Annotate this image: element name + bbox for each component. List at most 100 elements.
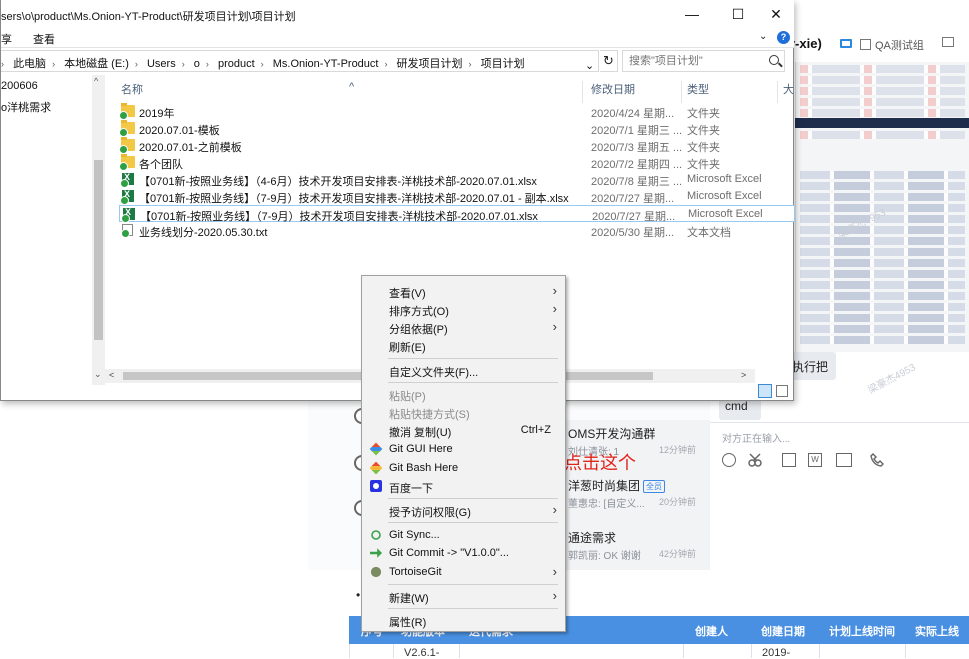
search-icon[interactable] (769, 55, 779, 65)
file-row[interactable]: 业务线划分-2020.05.30.txt 2020/5/30 星期... 文本文… (119, 222, 795, 239)
breadcrumb-item[interactable]: Users (147, 58, 176, 70)
menu-item-paste: 粘贴(P) (362, 385, 565, 403)
scrollbar-thumb[interactable] (94, 160, 103, 340)
column-header-row: ^ 名称 修改日期 类型 大 (105, 77, 795, 103)
column-header-type[interactable]: 类型 (687, 81, 709, 97)
file-row[interactable]: 各个团队 2020/7/2 星期四 ... 文件夹 (119, 154, 795, 171)
menu-item-label: Git Commit -> "V1.0.0"... (389, 547, 509, 559)
git-commit-icon (370, 548, 382, 558)
menu-item-label: 查看(V) (389, 288, 426, 300)
title-bar[interactable]: sers\o\product\Ms.Onion-YT-Product\研发项目计… (1, 0, 794, 28)
tab-view[interactable]: 查看 (33, 31, 55, 47)
menu-item-git-bash[interactable]: Git Bash Here (362, 459, 565, 477)
conversation-preview: 郭凯丽: OK 谢谢 (568, 551, 641, 562)
table-header-cell: 创建日期 (761, 626, 805, 638)
scroll-right-icon[interactable]: > (741, 370, 746, 380)
emoji-icon[interactable] (722, 453, 736, 467)
folder-icon[interactable] (836, 453, 852, 467)
details-view-icon[interactable] (758, 384, 772, 398)
nav-item[interactable]: 200606 (1, 80, 38, 92)
menu-item-customize[interactable]: 自定义文件夹(F)... (362, 361, 565, 379)
conversation-time: 20分钟前 (658, 497, 696, 507)
search-box[interactable] (622, 50, 785, 72)
menu-item-undo-copy[interactable]: 撤消 复制(U) Ctrl+Z (362, 421, 565, 439)
folder-icon (119, 120, 135, 137)
image-icon[interactable] (782, 453, 796, 467)
menu-item-grant-access[interactable]: 授予访问权限(G) › (362, 501, 565, 519)
monitor-icon[interactable] (840, 39, 852, 48)
chat-input-area[interactable] (710, 475, 969, 615)
menu-item-baidu[interactable]: 百度一下 (362, 477, 565, 495)
menu-separator (388, 358, 558, 359)
breadcrumb-item[interactable]: product (218, 58, 255, 70)
file-row[interactable]: 2020.07.01-模板 2020/7/1 星期三 ... 文件夹 (119, 120, 795, 137)
file-date: 2020/7/3 星期五 ... (591, 142, 683, 154)
address-dropdown-icon[interactable]: ⌄ (585, 59, 594, 71)
menu-item-properties[interactable]: 属性(R) (362, 611, 565, 629)
conversation-title: 通途需求 (568, 531, 617, 545)
breadcrumb[interactable]: › 此电脑 › 本地磁盘 (E:) › Users › o › product › Ms.… (1, 50, 599, 72)
menu-item-git-commit[interactable]: Git Commit -> "V1.0.0"... (362, 544, 565, 562)
file-name: 【0701新-按照业务线】（7-9月）技术开发项目安排表-洋桃技术部-2020.… (139, 193, 569, 205)
column-header-size[interactable]: 大 (783, 81, 794, 97)
submenu-arrow-icon: › (552, 564, 557, 579)
help-icon[interactable]: ? (777, 31, 790, 44)
menu-item-new[interactable]: 新建(W) › (362, 587, 565, 605)
all-members-badge: 全员 (643, 480, 666, 493)
chat-group-label[interactable]: QA测试组 (860, 37, 924, 53)
menu-item-git-gui[interactable]: Git GUI Here (362, 440, 565, 458)
menu-item-git-sync[interactable]: Git Sync... (362, 526, 565, 544)
file-type: 文件夹 (687, 125, 720, 137)
ribbon-expand-icon[interactable]: ⌄ (759, 31, 767, 42)
file-name: 业务线划分-2020.05.30.txt (139, 227, 268, 239)
menu-item-refresh[interactable]: 刷新(E) (362, 336, 565, 354)
menu-item-tortoisegit[interactable]: TortoiseGit › (362, 563, 565, 581)
conversation-item[interactable]: 洋葱时尚集团 全员 董惠忠: [自定义... 20分钟前 (565, 472, 710, 518)
minimize-button[interactable]: — (669, 0, 715, 28)
nav-item[interactable]: o洋桃需求 (1, 99, 51, 115)
conversation-title: OMS开发沟通群 (568, 427, 656, 441)
scroll-left-icon[interactable]: < (109, 370, 114, 380)
sort-arrow-icon: ^ (349, 81, 355, 93)
file-row[interactable]: 2019年 2020/4/24 星期... 文件夹 (119, 103, 795, 120)
word-doc-icon[interactable]: W (808, 453, 822, 467)
file-row[interactable]: 2020.07.01-之前模板 2020/7/3 星期五 ... 文件夹 (119, 137, 795, 154)
excel-file-icon (121, 207, 135, 223)
scroll-down-icon[interactable]: ⌄ (94, 369, 102, 380)
breadcrumb-item[interactable]: 此电脑 (13, 55, 46, 71)
breadcrumb-item[interactable]: 研发项目计划 (397, 55, 463, 71)
search-input[interactable] (629, 55, 764, 67)
nav-scrollbar[interactable]: ^ ⌄ (92, 75, 105, 385)
menu-item-label: 百度一下 (389, 483, 433, 495)
column-header-date[interactable]: 修改日期 (591, 81, 635, 97)
column-header-name[interactable]: 名称 (121, 81, 143, 97)
file-type: 文本文档 (687, 227, 731, 239)
more-icon[interactable] (942, 37, 957, 50)
file-row[interactable]: 【0701新-按照业务线】（4-6月）技术开发项目安排表-洋桃技术部-2020.… (119, 171, 795, 188)
git-bash-icon (369, 461, 383, 475)
breadcrumb-item[interactable]: Ms.Onion-YT-Product (273, 58, 379, 70)
breadcrumb-item[interactable]: 项目计划 (481, 55, 525, 71)
phone-icon[interactable] (870, 453, 884, 467)
menu-item-view[interactable]: 查看(V) › (362, 282, 565, 300)
large-icons-view-icon[interactable] (776, 385, 788, 397)
tortoisegit-icon (370, 566, 382, 578)
conversation-title: 洋葱时尚集团 全员 (568, 477, 666, 494)
menu-item-label: 粘贴快捷方式(S) (389, 409, 470, 421)
scissors-icon[interactable] (748, 453, 762, 467)
menu-item-sort[interactable]: 排序方式(O) › (362, 300, 565, 318)
breadcrumb-item[interactable]: 本地磁盘 (E:) (64, 55, 129, 71)
conversation-item[interactable]: 通途需求 郭凯丽: OK 谢谢 42分钟前 (565, 524, 710, 570)
menu-item-group[interactable]: 分组依据(P) › (362, 318, 565, 336)
menu-item-label: TortoiseGit (389, 566, 442, 578)
file-row[interactable]: 【0701新-按照业务线】（7-9月）技术开发项目安排表-洋桃技术部-2020.… (119, 188, 795, 205)
refresh-icon[interactable]: ↻ (600, 50, 618, 72)
close-button[interactable]: ✕ (753, 0, 799, 28)
tab-share[interactable]: 享 (1, 31, 12, 47)
file-row-selected[interactable]: 【0701新-按照业务线】（7-9月）技术开发项目安排表-洋桃技术部-2020.… (119, 205, 795, 223)
scroll-up-icon[interactable]: ^ (94, 76, 98, 86)
divider (710, 422, 969, 423)
breadcrumb-item[interactable]: o (194, 58, 200, 70)
address-row: › 此电脑 › 本地磁盘 (E:) › Users › o › product › Ms.… (1, 50, 794, 72)
menu-item-shortcut: Ctrl+Z (520, 424, 551, 436)
